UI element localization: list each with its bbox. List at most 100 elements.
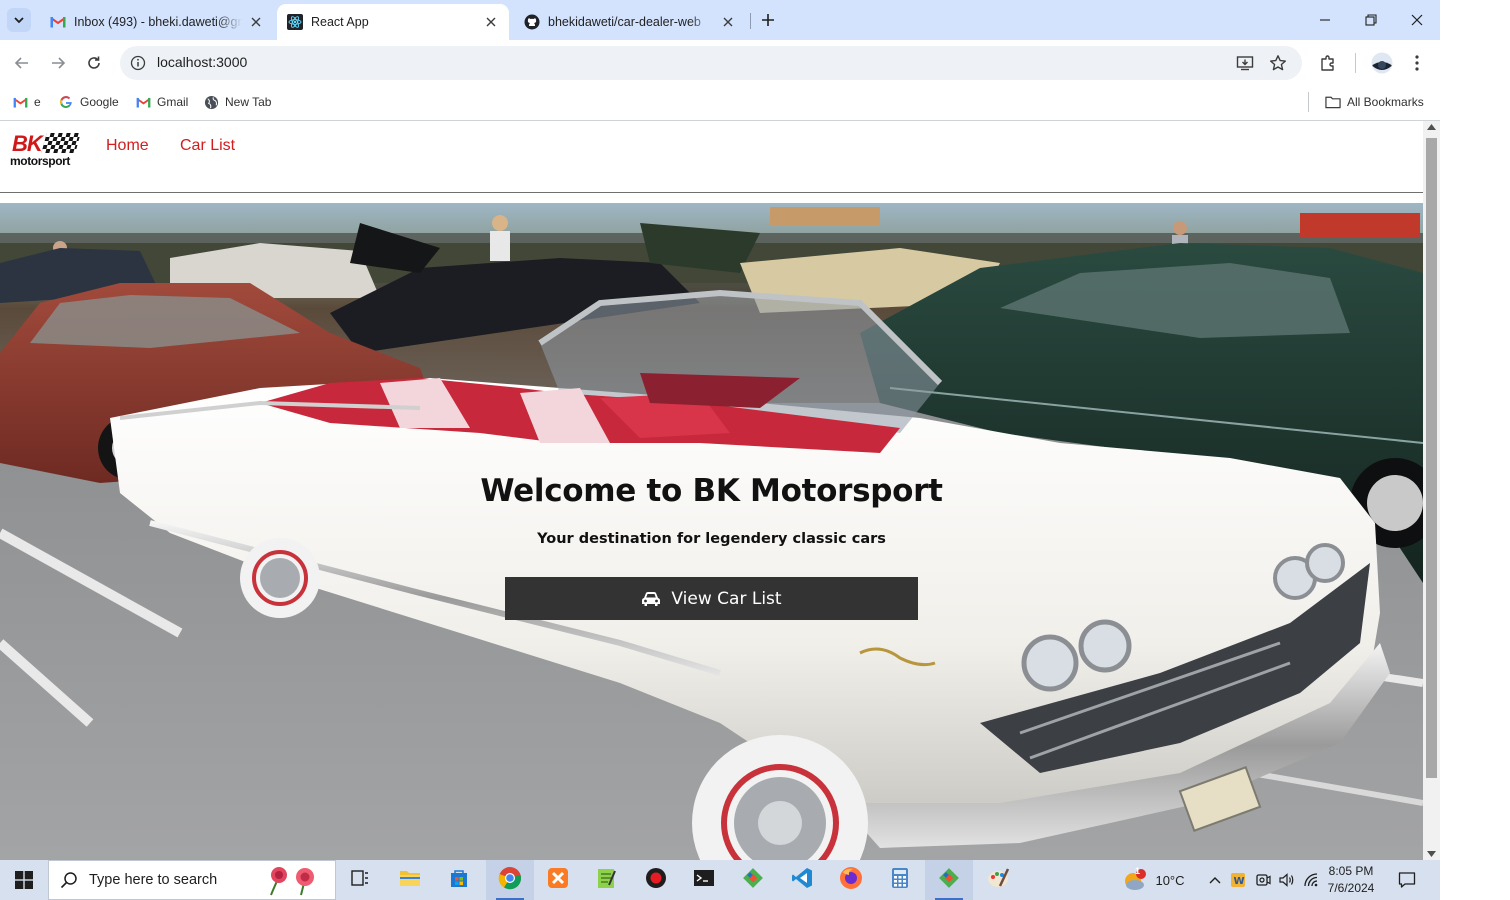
git-icon <box>937 866 961 895</box>
page-scrollbar[interactable] <box>1423 121 1440 860</box>
hero-section: Welcome to BK Motorsport Your destinatio… <box>0 203 1423 860</box>
url-text[interactable]: localhost:3000 <box>157 54 247 70</box>
taskbar-clock[interactable]: 8:05 PM 7/6/2024 <box>1320 863 1382 897</box>
git-icon <box>741 866 765 895</box>
puzzle-icon <box>1321 55 1334 71</box>
paint-icon <box>986 866 1010 895</box>
clock-date: 7/6/2024 <box>1327 881 1375 895</box>
restore-button[interactable] <box>1348 0 1394 40</box>
checkered-flag-icon <box>41 133 81 153</box>
bookmark-e[interactable]: e <box>12 92 41 112</box>
tray-volume[interactable] <box>1277 860 1297 900</box>
weather-badge: 1 <box>1135 866 1141 876</box>
arrow-right-icon <box>52 57 66 69</box>
wifi-icon <box>1304 873 1318 887</box>
taskbar-git-gui[interactable] <box>925 860 973 900</box>
logo-text-motorsport: motorsport <box>10 154 70 168</box>
word-icon: W <box>1231 873 1245 887</box>
task-view-icon <box>350 869 370 892</box>
tray-word[interactable]: W <box>1228 860 1248 900</box>
bookmark-label: Google <box>80 95 119 109</box>
camera-icon <box>1256 874 1271 886</box>
gmail-icon <box>135 94 151 110</box>
taskbar-notepad[interactable] <box>582 860 630 900</box>
browser-toolbar: localhost:3000 <box>0 40 1440 85</box>
close-icon[interactable] <box>720 14 736 30</box>
arrow-left-icon <box>14 57 28 69</box>
tray-overflow-button[interactable] <box>1205 860 1225 900</box>
view-car-list-button[interactable]: View Car List <box>505 577 918 620</box>
forward-button[interactable] <box>45 50 71 76</box>
tab-title: bhekidaweti/car-dealer-web <box>548 15 701 29</box>
weather-temp[interactable]: 10°C <box>1150 860 1190 900</box>
github-icon <box>524 14 540 30</box>
bookmark-new-tab[interactable]: New Tab <box>203 92 271 112</box>
scroll-up-icon[interactable] <box>1427 124 1436 130</box>
taskbar-file-explorer[interactable] <box>386 860 434 900</box>
bookmark-gmail[interactable]: Gmail <box>135 92 188 112</box>
windows-taskbar: Type here to search 1 10°C W 8:05 PM 7/6… <box>0 860 1440 900</box>
taskbar-xampp[interactable] <box>534 860 582 900</box>
scrollbar-thumb[interactable] <box>1426 138 1437 778</box>
taskbar-terminal[interactable] <box>680 860 728 900</box>
tab-strip: Inbox (493) - bheki.daweti@gmail.com Rea… <box>0 0 1440 40</box>
address-bar[interactable]: localhost:3000 <box>120 46 1302 80</box>
globe-icon <box>203 94 219 110</box>
tab-gmail[interactable]: Inbox (493) - bheki.daweti@gmail.com <box>40 4 274 40</box>
taskbar-calculator[interactable] <box>876 860 924 900</box>
close-icon[interactable] <box>483 14 499 30</box>
taskbar-store[interactable] <box>435 860 483 900</box>
back-button[interactable] <box>9 50 35 76</box>
menu-button[interactable] <box>1406 52 1428 74</box>
avatar-icon <box>1371 52 1393 74</box>
nav-link-home[interactable]: Home <box>106 137 149 155</box>
close-icon <box>1411 14 1423 26</box>
taskbar-vscode[interactable] <box>778 860 826 900</box>
vscode-icon <box>791 867 813 894</box>
profile-avatar[interactable] <box>1371 52 1393 74</box>
taskbar-firefox[interactable] <box>827 860 875 900</box>
close-window-button[interactable] <box>1394 0 1440 40</box>
notepad-icon <box>596 867 616 894</box>
taskbar-recorder[interactable] <box>632 860 680 900</box>
firefox-icon <box>839 866 863 895</box>
weather-widget[interactable]: 1 <box>1118 860 1150 900</box>
extensions-button[interactable] <box>1317 52 1339 74</box>
store-icon <box>449 868 469 893</box>
tray-camera[interactable] <box>1253 860 1273 900</box>
hero-subtitle: Your destination for legendery classic c… <box>537 531 886 547</box>
star-icon[interactable] <box>1268 53 1288 73</box>
tab-github[interactable]: bhekidaweti/car-dealer-web <box>514 4 746 40</box>
site-logo[interactable]: BK motorsport <box>10 131 81 171</box>
bookmark-google[interactable]: Google <box>58 92 119 112</box>
chrome-icon <box>498 866 522 895</box>
start-button[interactable] <box>0 860 48 900</box>
new-tab-button[interactable] <box>757 9 779 31</box>
all-bookmarks-button[interactable]: All Bookmarks <box>1325 92 1424 112</box>
close-icon[interactable] <box>248 14 264 30</box>
tray-network[interactable] <box>1301 860 1321 900</box>
recorder-icon <box>645 867 667 894</box>
search-icon <box>49 871 89 889</box>
nav-link-car-list[interactable]: Car List <box>180 137 235 155</box>
info-icon[interactable] <box>130 55 146 71</box>
minimize-button[interactable] <box>1302 0 1348 40</box>
bookmark-label: All Bookmarks <box>1347 95 1424 109</box>
notifications-button[interactable] <box>1392 860 1422 900</box>
taskbar-task-view[interactable] <box>336 860 384 900</box>
terminal-icon <box>693 869 715 892</box>
taskbar-chrome[interactable] <box>486 860 534 900</box>
taskbar-search[interactable]: Type here to search <box>48 860 336 900</box>
tab-search-button[interactable] <box>7 8 31 32</box>
tab-react-app[interactable]: React App <box>277 4 509 40</box>
scroll-down-icon[interactable] <box>1427 851 1436 857</box>
install-app-icon[interactable] <box>1235 53 1255 73</box>
bookmark-label: New Tab <box>225 95 272 109</box>
reload-button[interactable] <box>81 50 107 76</box>
car-icon <box>641 591 661 607</box>
toolbar-divider <box>1355 53 1356 73</box>
calculator-icon <box>891 867 909 894</box>
taskbar-paint[interactable] <box>974 860 1022 900</box>
taskbar-git[interactable] <box>729 860 777 900</box>
bookmarks-bar: e Google Gmail New Tab All Bookmarks <box>0 85 1440 121</box>
